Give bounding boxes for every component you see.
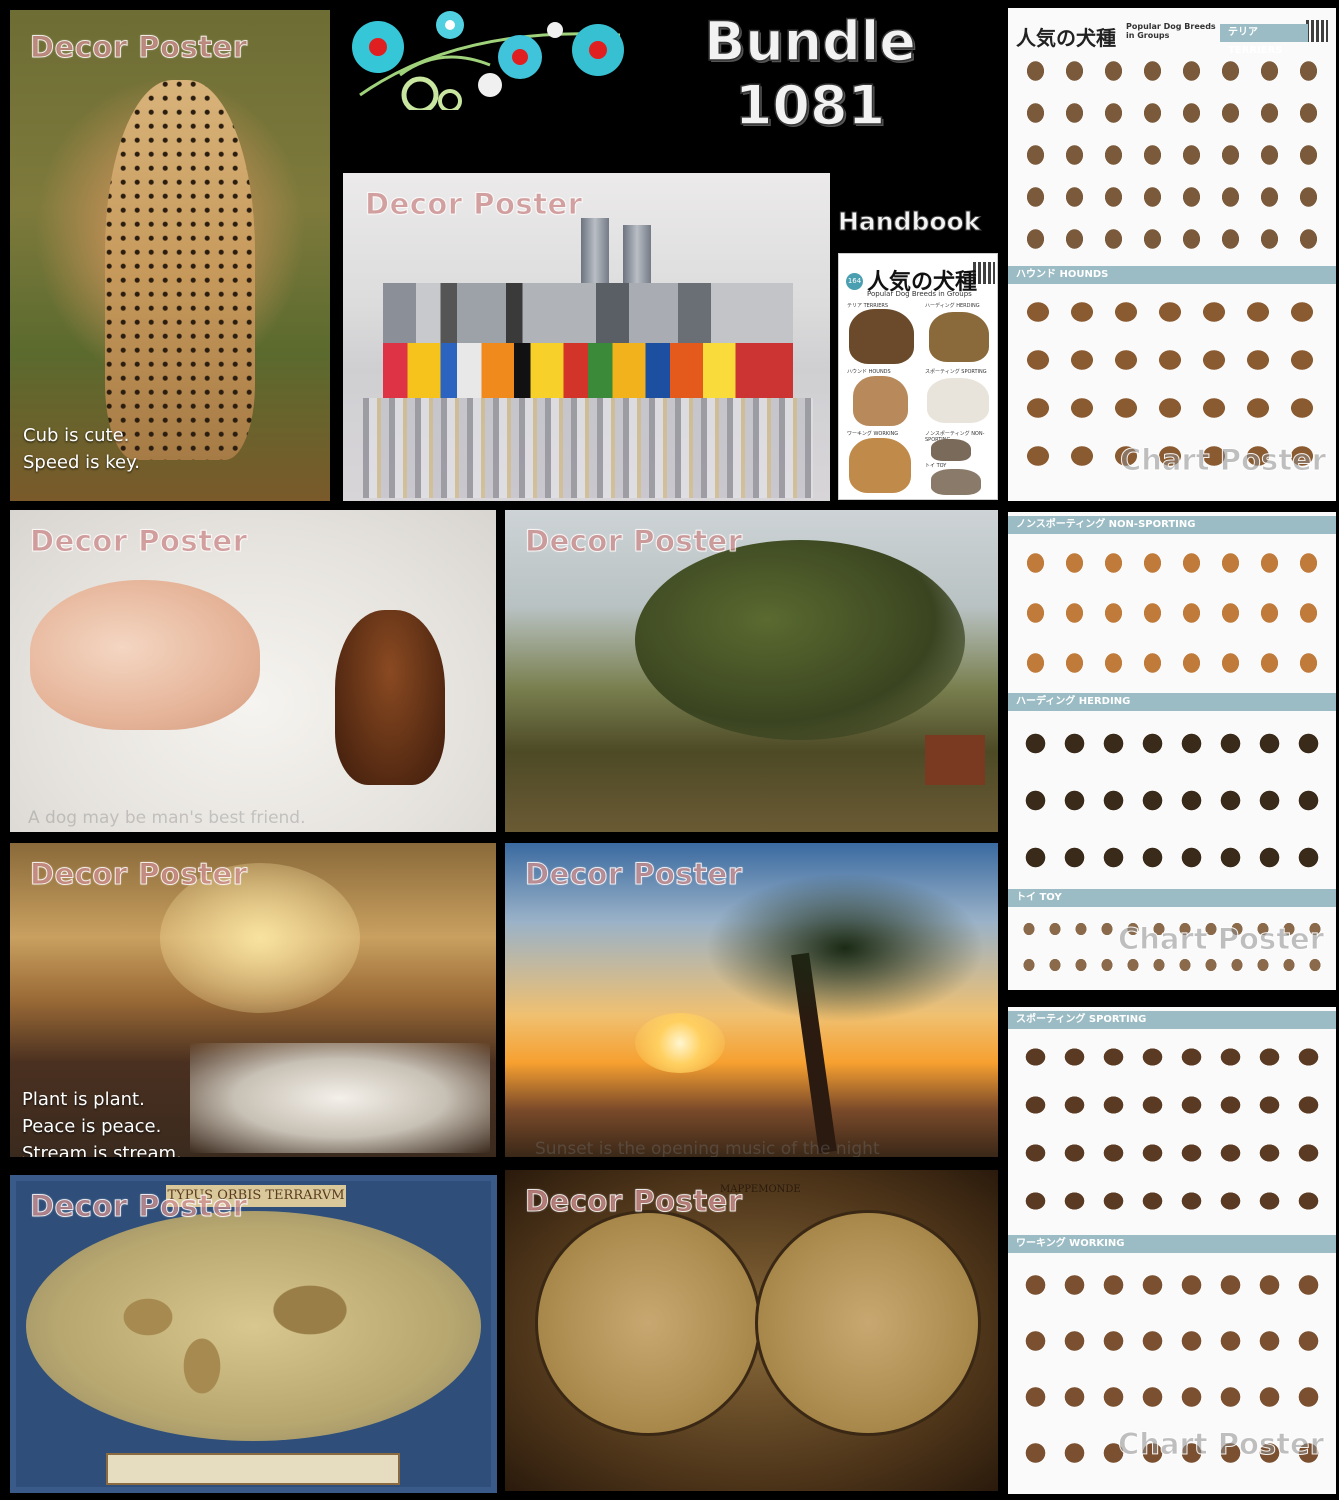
poster-caption: A dog may be man's best friend. — [28, 808, 306, 828]
cheetah-poster: Decor Poster Cub is cute. Speed is key. — [10, 10, 330, 501]
dog-chart-poster-1: 人気の犬種 Popular Dog Breeds in Groups テリア T… — [1008, 8, 1336, 501]
chart-title-jp: 人気の犬種 — [1016, 26, 1116, 50]
antique-world-map-poster: TYPUS ORBIS TERRARVM Decor Poster — [10, 1175, 497, 1493]
handbook-label: Handbook — [837, 207, 981, 237]
poster-caption: Sunset is the opening music of the night — [535, 1139, 880, 1157]
decor-poster-watermark: Decor Poster — [525, 857, 743, 892]
decor-poster-watermark: Decor Poster — [525, 524, 743, 559]
handbook-group-label: スポーティング SPORTING — [925, 369, 987, 375]
chart-section-header: ワーキング WORKING — [1008, 1235, 1336, 1253]
flower-decoration — [340, 5, 640, 110]
forest-stream-poster: Decor Poster Plant is plant. Peace is pe… — [10, 843, 496, 1157]
chart-section-header: ハウンド HOUNDS — [1008, 266, 1336, 284]
baby-figure — [30, 580, 260, 730]
chart-poster-watermark: Chart Poster — [1117, 1427, 1325, 1462]
chart-section-header: ハーディング HERDING — [1008, 693, 1336, 711]
colorful-waterfront — [383, 343, 793, 398]
qr-code-icon — [973, 262, 995, 284]
dog-image — [849, 438, 911, 493]
dog-image — [931, 469, 981, 495]
dog-chart-poster-3: スポーティング SPORTING ワーキング WORKING Chart Pos… — [1008, 1007, 1336, 1494]
decor-poster-watermark: Decor Poster — [525, 1184, 743, 1219]
map-cartouche — [106, 1453, 400, 1485]
caption-line: Stream is stream. — [22, 1143, 182, 1157]
chart-poster-watermark: Chart Poster — [1117, 922, 1325, 957]
hemisphere-east — [755, 1210, 981, 1436]
dog-image — [853, 376, 908, 426]
dog-grid — [1016, 715, 1328, 885]
water-rapids — [190, 1043, 490, 1153]
caption-line: Plant is plant. — [22, 1089, 145, 1110]
caption-line: Cub is cute. — [23, 425, 130, 446]
caption-line: Peace is peace. — [22, 1116, 162, 1137]
handbook-group-label: ハーディング HERDING — [925, 303, 980, 309]
hemisphere-west — [535, 1210, 761, 1436]
handbook-number-badge: 164 — [846, 273, 863, 290]
flower-graphic — [352, 11, 624, 110]
landscape-painting-poster: Decor Poster — [505, 510, 998, 832]
handbook-group-label: テリア TERRIERS — [847, 303, 889, 309]
handbook-cover: 164 人気の犬種 Popular Dog Breeds in Groups テ… — [838, 253, 998, 500]
cheetah-figure — [105, 80, 255, 460]
chart-poster-watermark: Chart Poster — [1119, 443, 1327, 478]
handbook-group-label: ワーキング WORKING — [847, 431, 899, 437]
water-reflection — [363, 398, 813, 498]
decor-poster-watermark: Decor Poster — [30, 524, 248, 559]
sunset-palm-poster: Decor Poster Sunset is the opening music… — [505, 843, 998, 1157]
handbook-group-label: トイ TOY — [925, 463, 947, 469]
dog-grid — [1016, 1033, 1328, 1228]
decor-poster-watermark: Decor Poster — [30, 30, 248, 65]
poster-caption: Plant is plant. Peace is peace. Stream i… — [22, 1086, 182, 1157]
caption-line: Speed is key. — [23, 452, 140, 473]
tree-canopy — [635, 540, 965, 740]
qr-code-icon — [1306, 20, 1328, 42]
chart-section-header: トイ TOY — [1008, 889, 1336, 907]
bundle-title: Bundle 1081 — [700, 9, 920, 138]
handbook-group-label: ハウンド HOUNDS — [847, 369, 891, 375]
city-skyline-poster: Decor Poster — [343, 173, 830, 501]
baby-puppy-poster: Decor Poster A dog may be man's best fri… — [10, 510, 496, 832]
decor-poster-watermark: Decor Poster — [365, 187, 583, 222]
dog-image — [931, 439, 971, 461]
palm-fronds — [705, 873, 985, 1023]
dog-chart-poster-2: ノンスポーティング NON-SPORTING ハーディング HERDING トイ… — [1008, 512, 1336, 990]
decor-poster-watermark: Decor Poster — [30, 1189, 248, 1224]
bundle-title-line1: Bundle — [703, 9, 916, 74]
chart-section-header: テリア TERRIERS — [1220, 24, 1308, 56]
chart-section-header: スポーティング SPORTING — [1008, 1011, 1336, 1029]
chart-title-en: Popular Dog Breeds in Groups — [1126, 22, 1216, 40]
dog-image — [927, 378, 989, 423]
chart-section-header: ノンスポーティング NON-SPORTING — [1008, 516, 1336, 534]
decor-poster-watermark: Decor Poster — [30, 857, 248, 892]
dog-image — [849, 309, 914, 364]
dog-grid — [1016, 50, 1328, 260]
mappemonde-poster: MAPPEMONDE Decor Poster — [505, 1170, 998, 1491]
map-continents — [76, 1261, 436, 1401]
bundle-number: 1081 — [734, 73, 886, 138]
cottage — [925, 735, 985, 785]
handbook-subtitle: Popular Dog Breeds in Groups — [867, 290, 972, 298]
dog-image — [929, 312, 989, 362]
puppy-figure — [335, 610, 445, 785]
dog-grid — [1016, 538, 1328, 688]
poster-caption: Cub is cute. Speed is key. — [23, 422, 140, 476]
sun — [635, 1013, 725, 1073]
